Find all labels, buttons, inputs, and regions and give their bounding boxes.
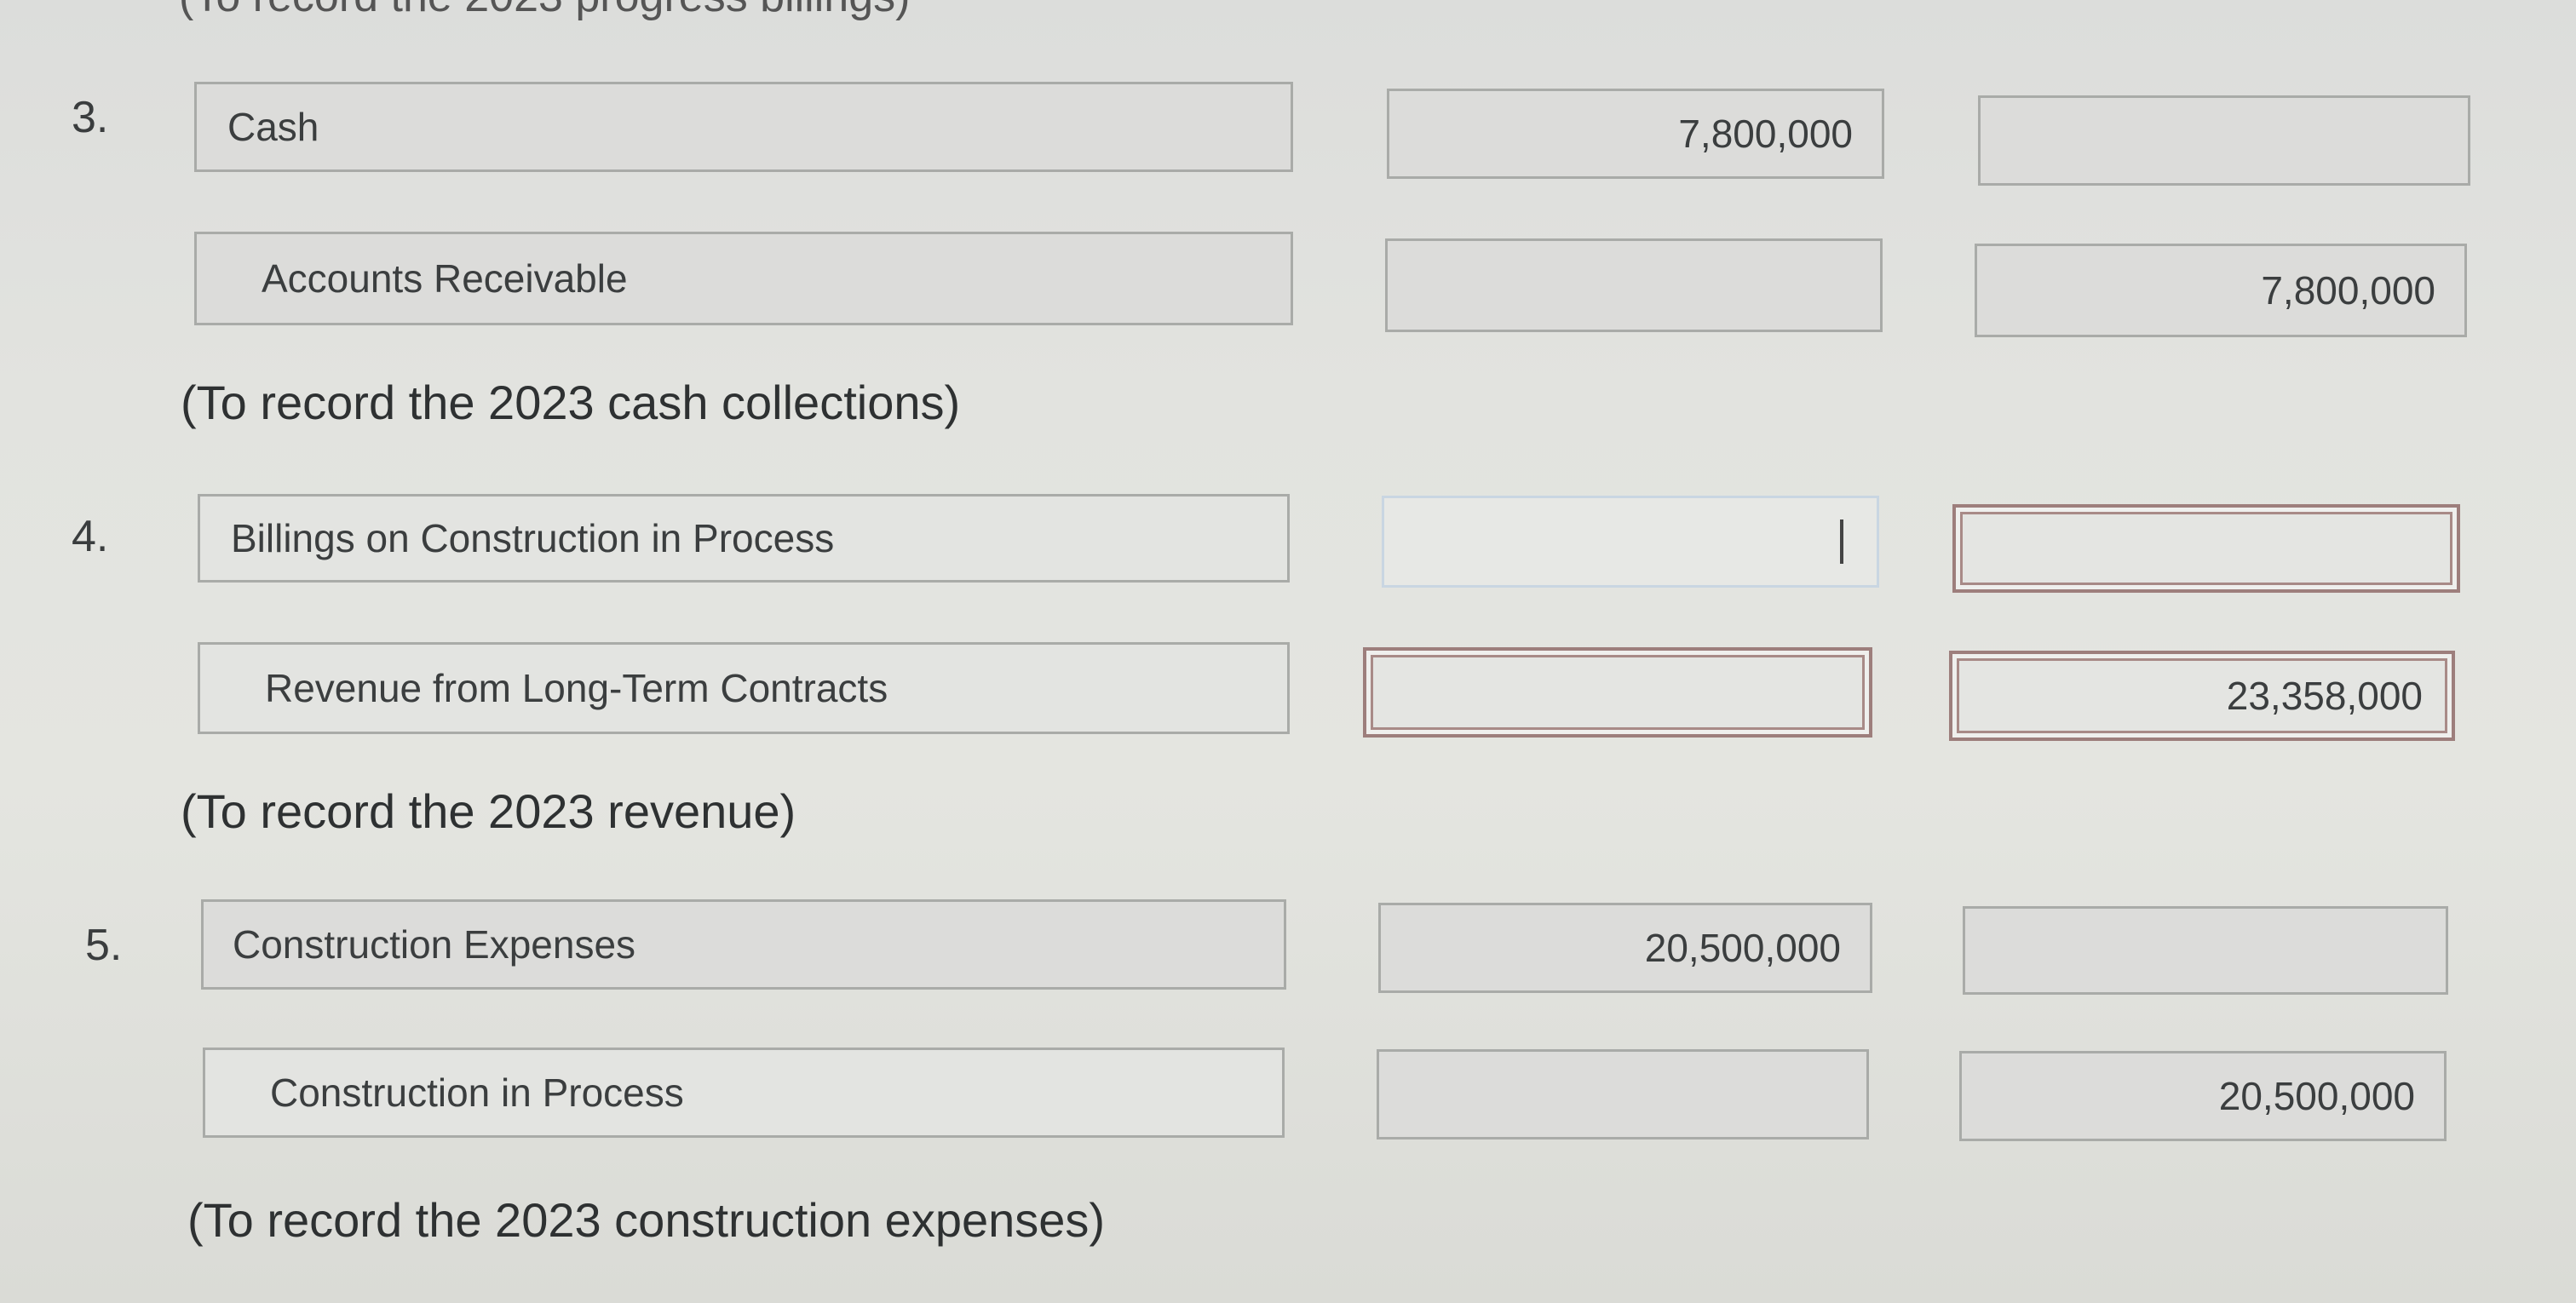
credit-field-revenue-long-term[interactable]: 23,358,000 (1949, 651, 2455, 741)
entry-number-4: 4. (72, 512, 109, 561)
entry-3-note: (To record the 2023 cash collections) (181, 376, 961, 429)
text-cursor-caret (1840, 519, 1843, 564)
entry-number-3: 3. (72, 93, 109, 142)
debit-field-construction-in-process[interactable] (1377, 1049, 1869, 1139)
entry-5-note: (To record the 2023 construction expense… (187, 1193, 1106, 1247)
credit-field-construction-expenses[interactable] (1963, 906, 2448, 995)
previous-entry-note: (To record the 2023 progress billings) (179, 0, 910, 22)
account-field-accounts-receivable[interactable]: Accounts Receivable (194, 232, 1293, 325)
account-field-billings-on-construction[interactable]: Billings on Construction in Process (198, 494, 1290, 583)
debit-field-billings-on-construction[interactable] (1382, 496, 1879, 588)
account-field-revenue-long-term[interactable]: Revenue from Long-Term Contracts (198, 642, 1290, 734)
debit-field-revenue-long-term[interactable] (1363, 647, 1872, 738)
account-field-construction-expenses[interactable]: Construction Expenses (201, 899, 1286, 990)
credit-field-accounts-receivable[interactable]: 7,800,000 (1975, 244, 2467, 337)
account-field-construction-in-process[interactable]: Construction in Process (203, 1048, 1285, 1138)
credit-field-construction-in-process[interactable]: 20,500,000 (1959, 1051, 2447, 1141)
debit-field-accounts-receivable[interactable] (1385, 238, 1883, 332)
credit-field-billings-on-construction[interactable] (1952, 504, 2460, 593)
previous-entry-note-cutoff: (To record the 2023 progress billings) (0, 0, 2576, 26)
account-field-cash[interactable]: Cash (194, 82, 1293, 172)
debit-field-construction-expenses[interactable]: 20,500,000 (1378, 903, 1872, 993)
entry-number-5: 5. (85, 921, 123, 970)
debit-field-cash[interactable]: 7,800,000 (1387, 89, 1884, 179)
entry-4-note: (To record the 2023 revenue) (181, 784, 796, 838)
credit-field-cash[interactable] (1978, 95, 2470, 186)
